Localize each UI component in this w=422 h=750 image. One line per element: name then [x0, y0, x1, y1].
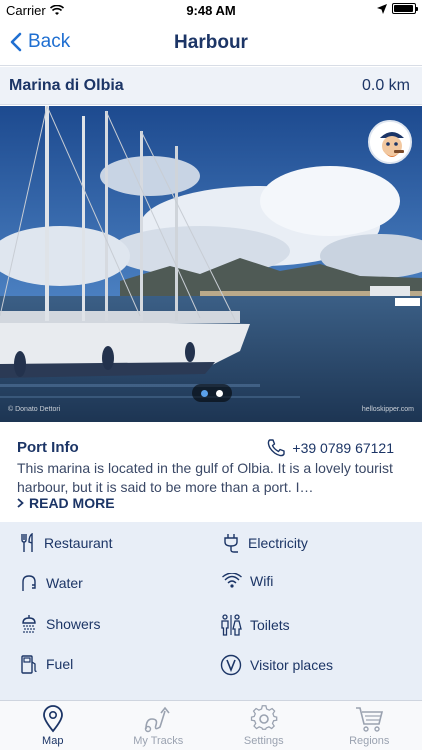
- fuel-icon: [21, 655, 37, 674]
- tab-settings[interactable]: Settings: [211, 701, 317, 750]
- status-time: 9:48 AM: [186, 3, 236, 18]
- skipper-mascot-logo: [368, 120, 412, 164]
- location-arrow-icon: [377, 3, 387, 14]
- phone-link[interactable]: +39 0789 67121: [266, 438, 394, 458]
- marina-header: Marina di Olbia 0.0 km: [0, 67, 422, 105]
- tab-label: Regions: [349, 735, 390, 747]
- tab-label: Map: [42, 735, 64, 747]
- page-title: Harbour: [174, 32, 248, 53]
- carousel-page-indicator[interactable]: [192, 384, 232, 402]
- port-info-section: Port Info +39 0789 67121 This marina is …: [0, 422, 422, 522]
- port-info-title: Port Info: [17, 439, 79, 456]
- read-more-button[interactable]: READ MORE: [17, 495, 115, 511]
- amenity-label: Water: [46, 575, 83, 591]
- plug-icon: [224, 534, 238, 553]
- amenity-label: Restaurant: [44, 535, 113, 551]
- phone-number: +39 0789 67121: [292, 440, 394, 456]
- amenity-wifi: Wifi: [222, 573, 273, 589]
- harbour-photo: [0, 106, 422, 422]
- amenity-water: Water: [20, 573, 83, 593]
- chevron-right-icon: [17, 498, 24, 508]
- amenity-label: Electricity: [248, 535, 308, 551]
- photo-credit: © Donato Dettori: [8, 406, 61, 413]
- tab-map[interactable]: Map: [0, 701, 106, 750]
- port-description: This marina is located in the gulf of Ol…: [17, 460, 393, 495]
- battery-fill: [394, 5, 413, 12]
- toilets-icon: [221, 614, 242, 636]
- status-bar: Carrier 9:48 AM: [0, 0, 422, 22]
- tab-label: Settings: [243, 735, 284, 747]
- cart-icon: [356, 707, 384, 732]
- battery-icon: [392, 3, 418, 14]
- gear-icon: [250, 705, 278, 730]
- restaurant-icon: [21, 533, 33, 552]
- page-dot-2[interactable]: [216, 389, 223, 397]
- tab-my-tracks[interactable]: My Tracks: [106, 701, 212, 750]
- harbour-photo-carousel[interactable]: © Donato Dettori helloskipper.com: [0, 106, 422, 422]
- water-tap-icon: [22, 575, 36, 591]
- shower-icon: [22, 615, 36, 633]
- amenity-fuel: Fuel: [20, 654, 73, 674]
- status-right: [377, 3, 418, 14]
- amenity-toilets: Toilets: [220, 614, 290, 636]
- tab-bar: Map My Tracks Settings Regions: [0, 700, 422, 750]
- marina-name: Marina di Olbia: [9, 77, 124, 94]
- photo-watermark: helloskipper.com: [361, 406, 414, 413]
- amenity-showers: Showers: [20, 614, 100, 634]
- tab-regions[interactable]: Regions: [317, 701, 422, 750]
- amenity-label: Toilets: [250, 617, 290, 633]
- amenity-visitor-places: Visitor places: [220, 654, 333, 676]
- page-dot-1[interactable]: [201, 389, 208, 397]
- amenity-label: Fuel: [46, 656, 74, 672]
- amenity-restaurant: Restaurant: [20, 533, 112, 553]
- amenities-grid: Restaurant Electricity Water Wifi Shower…: [0, 522, 422, 700]
- tab-label: My Tracks: [133, 735, 184, 747]
- read-more-label: READ MORE: [29, 495, 115, 511]
- tracks-icon: [145, 706, 170, 733]
- visitor-places-icon: [220, 654, 242, 676]
- marina-distance: 0.0 km: [361, 77, 410, 94]
- navigation-bar: Back Harbour: [0, 22, 422, 66]
- map-pin-icon: [42, 705, 63, 733]
- phone-icon: [268, 439, 286, 457]
- amenity-label: Showers: [46, 616, 101, 632]
- amenity-label: Wifi: [250, 573, 274, 589]
- amenity-label: Visitor places: [250, 657, 334, 673]
- wifi-icon: [222, 573, 242, 588]
- amenity-electricity: Electricity: [222, 533, 308, 553]
